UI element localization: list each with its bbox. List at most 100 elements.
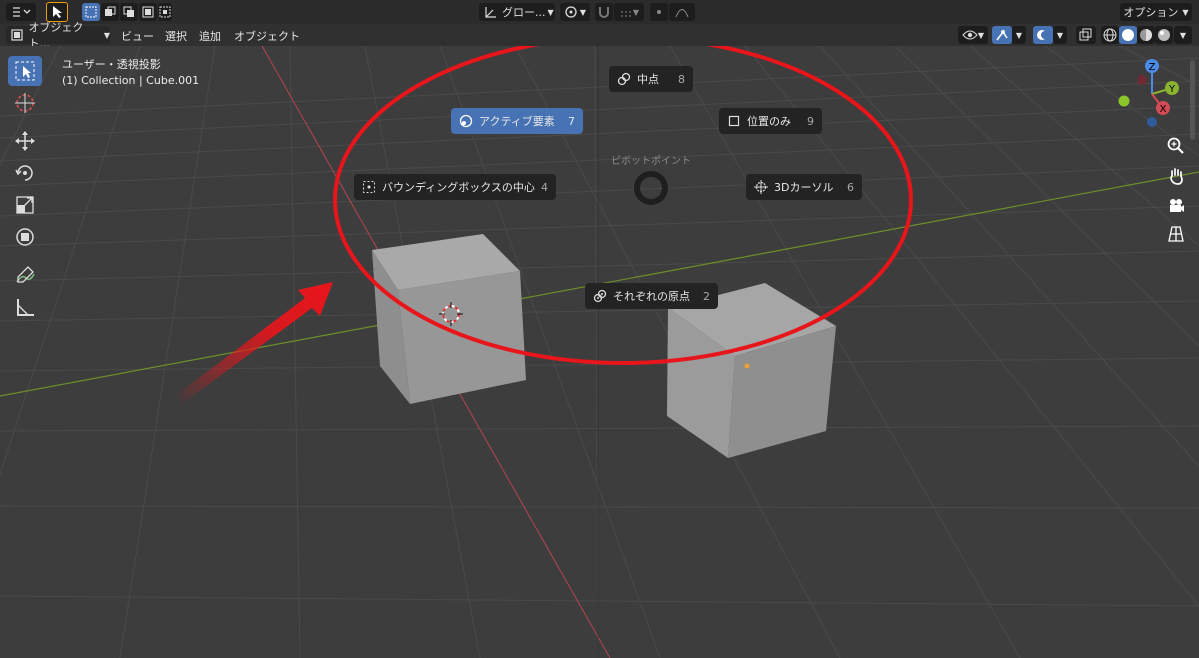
transform-orientation-dropdown[interactable]: グロー... ▼ (479, 3, 555, 21)
cube-left (372, 234, 526, 404)
top-header: グロー... ▼ ▼ ▼ オプション ▼ (0, 0, 1199, 24)
viewport-scene (0, 46, 1199, 658)
overlay-dropdown[interactable]: ▼ (1053, 26, 1067, 44)
pie-item-label: 3Dカーソル (774, 181, 834, 194)
proportional-falloff-dropdown[interactable] (669, 3, 695, 21)
pie-item-individual-origins[interactable]: それぞれの原点 2 (585, 283, 718, 309)
select-box-tool[interactable] (8, 56, 42, 86)
annotate-tool[interactable] (8, 260, 42, 290)
pie-item-label: それぞれの原点 (613, 290, 690, 303)
neg-x-handle[interactable] (1137, 75, 1147, 85)
pie-item-bounding-box-center[interactable]: バウンディングボックスの中心 4 (354, 174, 556, 200)
material-sphere-icon (1140, 29, 1152, 41)
shading-rendered-button[interactable] (1155, 26, 1173, 44)
cursor-icon (53, 6, 62, 18)
chevron-down-icon: ▼ (977, 30, 985, 40)
xray-toggle-button[interactable] (1076, 26, 1096, 44)
zoom-button[interactable] (1164, 134, 1188, 158)
grid-perspective-icon (1168, 226, 1184, 242)
select-invert-icon (142, 6, 154, 18)
pie-item-only-locations[interactable]: 位置のみ 9 (719, 108, 822, 134)
overlay-icon (1037, 30, 1049, 40)
scale-icon (16, 196, 34, 214)
gizmo-toggle-button[interactable] (992, 26, 1012, 44)
pie-item-label: バウンディングボックスの中心 (382, 181, 535, 194)
z-axis-label: Z (1149, 62, 1156, 73)
magnet-icon (599, 7, 609, 18)
scale-tool[interactable] (8, 190, 42, 220)
pan-button[interactable] (1164, 164, 1188, 188)
rotate-tool[interactable] (8, 158, 42, 188)
3d-viewport[interactable]: ユーザー・透視投影 (1) Collection | Cube.001 Z Y … (0, 46, 1199, 658)
viewport-scrollbar[interactable] (1190, 60, 1195, 140)
chevron-down-icon: ▼ (103, 30, 110, 40)
pencil-icon (16, 266, 35, 283)
pie-item-key: 2 (703, 289, 710, 303)
shading-wireframe-button[interactable] (1101, 26, 1119, 44)
transform-icon (16, 228, 34, 246)
camera-view-button[interactable] (1164, 194, 1188, 218)
cube-right (667, 283, 836, 458)
bounding-box-icon (362, 180, 376, 194)
move-arrows-icon (15, 131, 35, 151)
pie-item-median-point[interactable]: 中点 8 (609, 66, 693, 92)
pie-item-label: 中点 (637, 73, 659, 86)
shading-dropdown[interactable]: ▼ (1174, 26, 1192, 44)
transform-tool[interactable] (8, 222, 42, 252)
collection-info: (1) Collection | Cube.001 (62, 74, 200, 87)
y-axis-label: Y (1168, 84, 1176, 95)
overlay-toggle-button[interactable] (1033, 26, 1053, 44)
median-point-icon (617, 72, 631, 86)
options-dropdown[interactable]: オプション ▼ (1120, 3, 1192, 21)
wireframe-sphere-icon (1103, 28, 1117, 42)
pie-item-key: 7 (568, 114, 575, 128)
mode-dropdown[interactable]: オブジェクト... ▼ (6, 21, 110, 50)
gizmo-dropdown[interactable]: ▼ (1012, 26, 1026, 44)
snap-toggle-button[interactable] (595, 3, 613, 21)
hand-icon (1170, 168, 1183, 185)
menu-add[interactable]: 追加 (195, 27, 225, 44)
pivot-point-icon (565, 6, 577, 18)
pie-item-3d-cursor[interactable]: 3Dカーソル 6 (746, 174, 862, 200)
proportional-edit-icon (657, 10, 661, 14)
navigation-gizmo[interactable]: Z Y X (1110, 56, 1190, 130)
select-mode-invert-button[interactable] (139, 3, 157, 21)
annotation-circle (333, 46, 913, 365)
editor-type-icon (13, 7, 31, 17)
menu-view[interactable]: ビュー (117, 27, 158, 44)
shading-material-button[interactable] (1137, 26, 1155, 44)
move-tool[interactable] (8, 126, 42, 156)
snap-target-dropdown[interactable]: ▼ (614, 3, 644, 21)
measure-tool[interactable] (8, 292, 42, 322)
shading-solid-button[interactable] (1119, 26, 1137, 44)
pie-item-label: 位置のみ (747, 115, 791, 128)
rendered-sphere-icon (1158, 29, 1170, 41)
ground-grid (0, 46, 1199, 658)
pie-menu-title: ピボットポイント (611, 156, 691, 167)
annotation-arrow (175, 282, 333, 404)
visibility-dropdown[interactable]: ▼ (958, 26, 988, 44)
viewport-header: オブジェクト... ▼ ビュー 選択 追加 オブジェクト ▼ ▼ ▼ ▼ (0, 21, 1199, 50)
menu-object[interactable]: オブジェクト (230, 27, 304, 44)
menu-select[interactable]: 選択 (161, 27, 191, 44)
pie-item-active-element[interactable]: アクティブ要素 7 (451, 108, 583, 134)
select-mode-subtract-button[interactable] (120, 3, 138, 21)
select-mode-extend-button[interactable] (101, 3, 119, 21)
select-box-icon (85, 6, 97, 18)
cursor-pivot-icon (754, 180, 768, 194)
object-mode-icon (11, 29, 23, 41)
neg-y-handle[interactable] (1118, 95, 1130, 107)
cursor-tool[interactable] (8, 88, 42, 118)
select-mode-intersect-button[interactable] (158, 3, 172, 21)
pie-item-label: アクティブ要素 (479, 115, 555, 128)
chevron-down-icon: ▼ (579, 7, 587, 17)
perspective-toggle-button[interactable] (1164, 222, 1188, 246)
zoom-icon (1167, 137, 1184, 154)
pie-item-key: 4 (541, 180, 548, 194)
active-element-icon (459, 114, 473, 128)
proportional-editing-toggle[interactable] (650, 3, 668, 21)
select-extend-icon (105, 6, 116, 16)
pivot-point-dropdown[interactable]: ▼ (560, 3, 590, 21)
options-label: オプション (1123, 6, 1179, 19)
neg-z-handle[interactable] (1147, 117, 1157, 127)
